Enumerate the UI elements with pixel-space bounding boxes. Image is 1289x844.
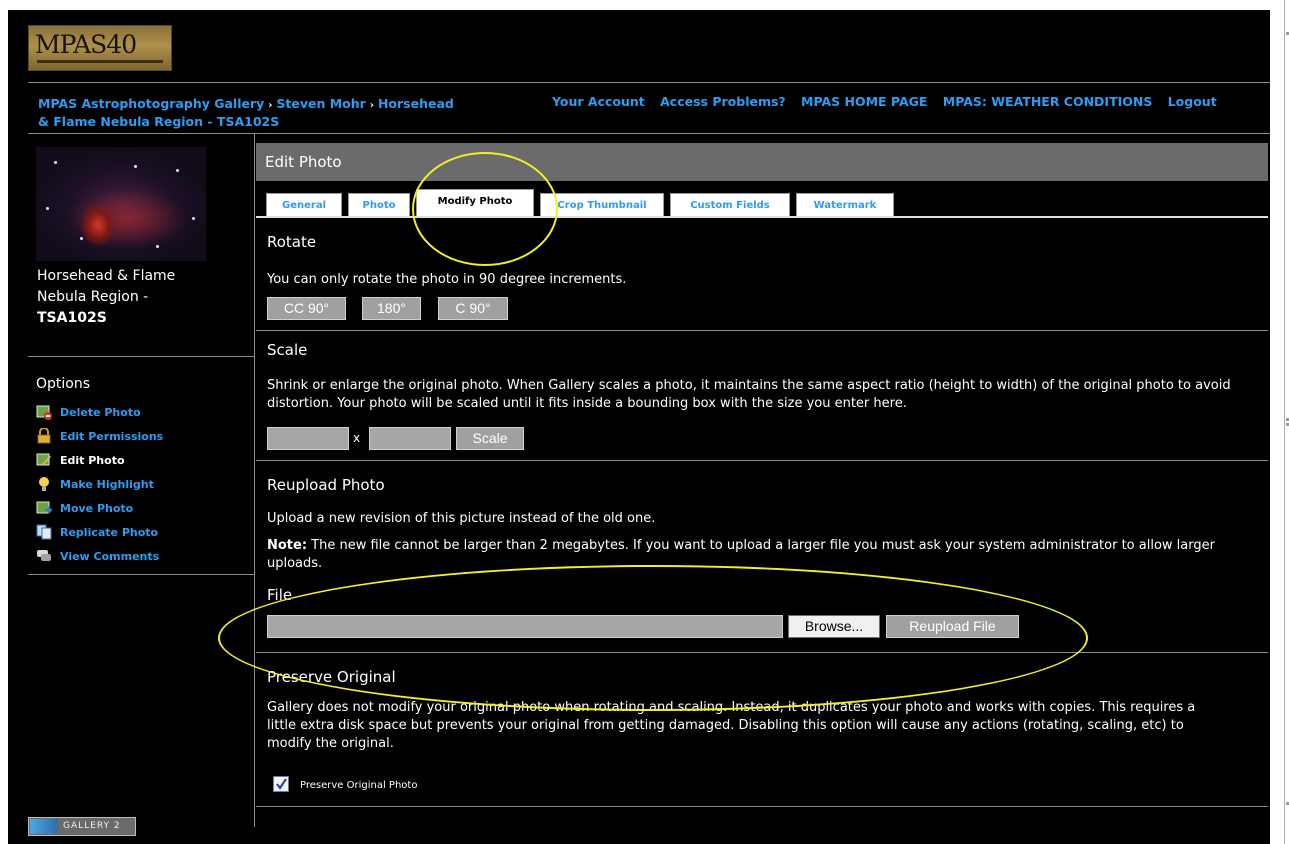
rotate-c90-button[interactable]: C 90° (438, 297, 508, 320)
option-replicate-photo[interactable]: Replicate Photo (36, 520, 163, 544)
file-input[interactable] (267, 615, 783, 638)
option-edit-photo[interactable]: Edit Photo (36, 448, 163, 472)
breadcrumb-separator: › (268, 100, 273, 111)
browse-button[interactable]: Browse... (788, 615, 880, 638)
divider (256, 806, 1268, 807)
gallery-logo-icon (30, 819, 58, 834)
rotate-text: You can only rotate the photo in 90 degr… (267, 272, 627, 287)
photo-title: Horsehead & Flame Nebula Region - TSA102… (37, 266, 227, 329)
lock-icon (36, 427, 52, 444)
option-label: Edit Photo (60, 453, 125, 467)
option-label: Edit Permissions (60, 429, 164, 443)
window-edge (1284, 0, 1285, 844)
note-text: The new file cannot be larger than 2 meg… (267, 538, 1215, 571)
reupload-text: Upload a new revision of this picture in… (267, 511, 656, 526)
reupload-title: Reupload Photo (267, 476, 385, 494)
divider (256, 652, 1268, 653)
note-label: Note: (267, 538, 308, 553)
link-home-page[interactable]: MPAS HOME PAGE (801, 94, 927, 109)
move-icon (36, 500, 54, 516)
options-heading: Options (36, 376, 91, 392)
divider (28, 133, 1270, 134)
tab-watermark[interactable]: Watermark (796, 193, 894, 216)
preserve-checkbox-label: Preserve Original Photo (300, 780, 418, 791)
tab-underline (256, 216, 1268, 218)
rotate-title: Rotate (267, 233, 317, 251)
tab-photo[interactable]: Photo (348, 193, 410, 216)
gallery-badge-text: GALLERY 2 (63, 821, 121, 831)
link-logout[interactable]: Logout (1168, 94, 1217, 109)
option-edit-permissions[interactable]: Edit Permissions (36, 424, 163, 448)
highlight-ellipse-file (218, 565, 1088, 711)
scale-width-input[interactable] (267, 427, 349, 450)
scale-button[interactable]: Scale (456, 427, 524, 450)
divider (28, 356, 254, 357)
breadcrumb: MPAS Astrophotography Gallery › Steven Moh… (38, 96, 538, 130)
divider (28, 574, 254, 575)
scale-text: Shrink or enlarge the original photo. Wh… (267, 378, 1231, 411)
preserve-text: Gallery does not modify your original ph… (267, 700, 1196, 751)
column-divider (254, 133, 255, 827)
tab-custom-fields[interactable]: Custom Fields (670, 193, 790, 216)
option-make-highlight[interactable]: Make Highlight (36, 472, 163, 496)
comments-icon (36, 548, 52, 564)
option-label: Delete Photo (60, 405, 141, 419)
top-links: Your Account Access Problems? MPAS HOME … (552, 94, 1228, 109)
tab-crop-thumbnail[interactable]: Crop Thumbnail (540, 193, 664, 216)
scale-height-input[interactable] (369, 427, 451, 450)
gallery-page: MPAS40 MPAS Astrophotography Gallery › Ste… (8, 10, 1270, 844)
option-delete-photo[interactable]: Delete Photo (36, 400, 163, 424)
divider (256, 460, 1268, 461)
link-access-problems[interactable]: Access Problems? (660, 94, 786, 109)
reupload-note: Note: The new file cannot be larger than… (267, 537, 1217, 573)
photo-title-line: TSA102S (37, 310, 107, 326)
tab-general[interactable]: General (266, 193, 342, 216)
copy-icon (36, 524, 52, 540)
breadcrumb-item[interactable]: MPAS Astrophotography Gallery (38, 96, 264, 111)
lightbulb-icon (36, 476, 52, 492)
photo-title-line: Nebula Region - (37, 289, 149, 305)
option-label: Make Highlight (60, 477, 154, 491)
divider (256, 330, 1268, 331)
link-weather-conditions[interactable]: MPAS: WEATHER CONDITIONS (943, 94, 1153, 109)
breadcrumb-item[interactable]: Steven Mohr (276, 96, 365, 111)
logo-underline (37, 60, 163, 63)
option-label: Replicate Photo (60, 525, 159, 539)
link-your-account[interactable]: Your Account (552, 94, 645, 109)
breadcrumb-item[interactable]: Horsehead (378, 96, 454, 111)
rotate-180-button[interactable]: 180° (362, 297, 421, 320)
option-label: Move Photo (60, 501, 134, 515)
gallery2-badge[interactable]: GALLERY 2 (28, 817, 136, 836)
divider (28, 82, 1270, 83)
site-logo[interactable]: MPAS40 (28, 25, 172, 71)
option-view-comments[interactable]: View Comments (36, 544, 163, 568)
file-label: File (267, 586, 293, 604)
scale-title: Scale (267, 341, 308, 359)
logo-text: MPAS40 (35, 30, 137, 59)
option-move-photo[interactable]: Move Photo (36, 496, 163, 520)
photo-title-line: Horsehead & Flame (37, 268, 176, 284)
scale-separator: x (353, 431, 361, 445)
reupload-file-button[interactable]: Reupload File (886, 615, 1019, 638)
options-list: Delete Photo Edit Permissions Edit Photo… (36, 400, 163, 568)
delete-photo-icon (36, 404, 52, 420)
breadcrumb-item[interactable]: & Flame Nebula Region - TSA102S (38, 114, 279, 129)
tab-modify-photo[interactable]: Modify Photo (416, 189, 534, 216)
edit-photo-header: Edit Photo (256, 143, 1268, 181)
edit-icon (36, 452, 52, 468)
tab-strip: General Photo Modify Photo Crop Thumbnai… (256, 181, 1268, 229)
photo-thumbnail[interactable] (36, 147, 206, 261)
checkmark-icon (276, 778, 287, 790)
rotate-cc90-button[interactable]: CC 90° (267, 297, 346, 320)
preserve-title: Preserve Original (267, 668, 396, 686)
preserve-checkbox[interactable] (273, 776, 289, 792)
breadcrumb-separator: › (369, 100, 374, 111)
option-label: View Comments (60, 549, 160, 563)
